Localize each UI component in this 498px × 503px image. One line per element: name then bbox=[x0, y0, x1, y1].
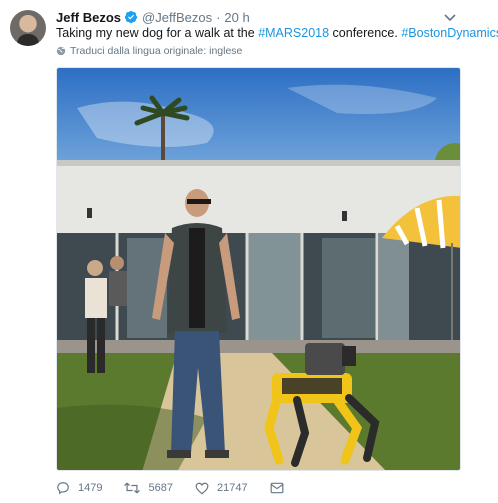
retweet-count: 5687 bbox=[148, 482, 173, 494]
dm-button[interactable] bbox=[270, 482, 292, 494]
separator-dot: · bbox=[216, 9, 221, 25]
chevron-down-icon[interactable] bbox=[442, 9, 458, 25]
heart-icon bbox=[195, 482, 209, 495]
tweet-actions: 1479 5687 21747 bbox=[56, 480, 314, 496]
tweet[interactable]: Jeff Bezos @JeffBezos · 20 h Taking my n… bbox=[0, 0, 498, 503]
translate-label: Traduci dalla lingua originale: inglese bbox=[70, 45, 243, 57]
photo-illustration bbox=[57, 68, 460, 470]
tweet-text-part: Taking my new dog for a walk at the bbox=[56, 26, 259, 40]
retweet-icon bbox=[124, 482, 141, 494]
reply-count: 1479 bbox=[78, 482, 103, 494]
hashtag-link[interactable]: #MARS2018 bbox=[258, 26, 329, 40]
envelope-icon bbox=[270, 482, 283, 494]
author-name[interactable]: Jeff Bezos bbox=[56, 10, 121, 25]
tweet-text-part: conference. bbox=[329, 26, 402, 40]
like-count: 21747 bbox=[216, 482, 248, 494]
retweet-button[interactable]: 5687 bbox=[124, 481, 173, 495]
tweet-header: Jeff Bezos @JeffBezos · 20 h bbox=[56, 9, 250, 25]
hashtag-link[interactable]: #BostonDynamics bbox=[401, 26, 498, 40]
verified-badge-icon bbox=[124, 10, 138, 24]
like-button[interactable]: 21747 bbox=[195, 482, 248, 495]
tweet-photo[interactable] bbox=[56, 67, 461, 471]
reply-icon bbox=[57, 482, 69, 495]
tweet-timestamp[interactable]: 20 h bbox=[224, 10, 249, 25]
reply-button[interactable]: 1479 bbox=[56, 481, 102, 495]
tweet-text: Taking my new dog for a walk at the #MAR… bbox=[56, 25, 498, 41]
translate-link[interactable]: Traduci dalla lingua originale: inglese bbox=[56, 45, 242, 57]
avatar[interactable] bbox=[10, 10, 46, 46]
globe-icon bbox=[56, 46, 66, 56]
author-handle[interactable]: @JeffBezos bbox=[142, 10, 212, 25]
